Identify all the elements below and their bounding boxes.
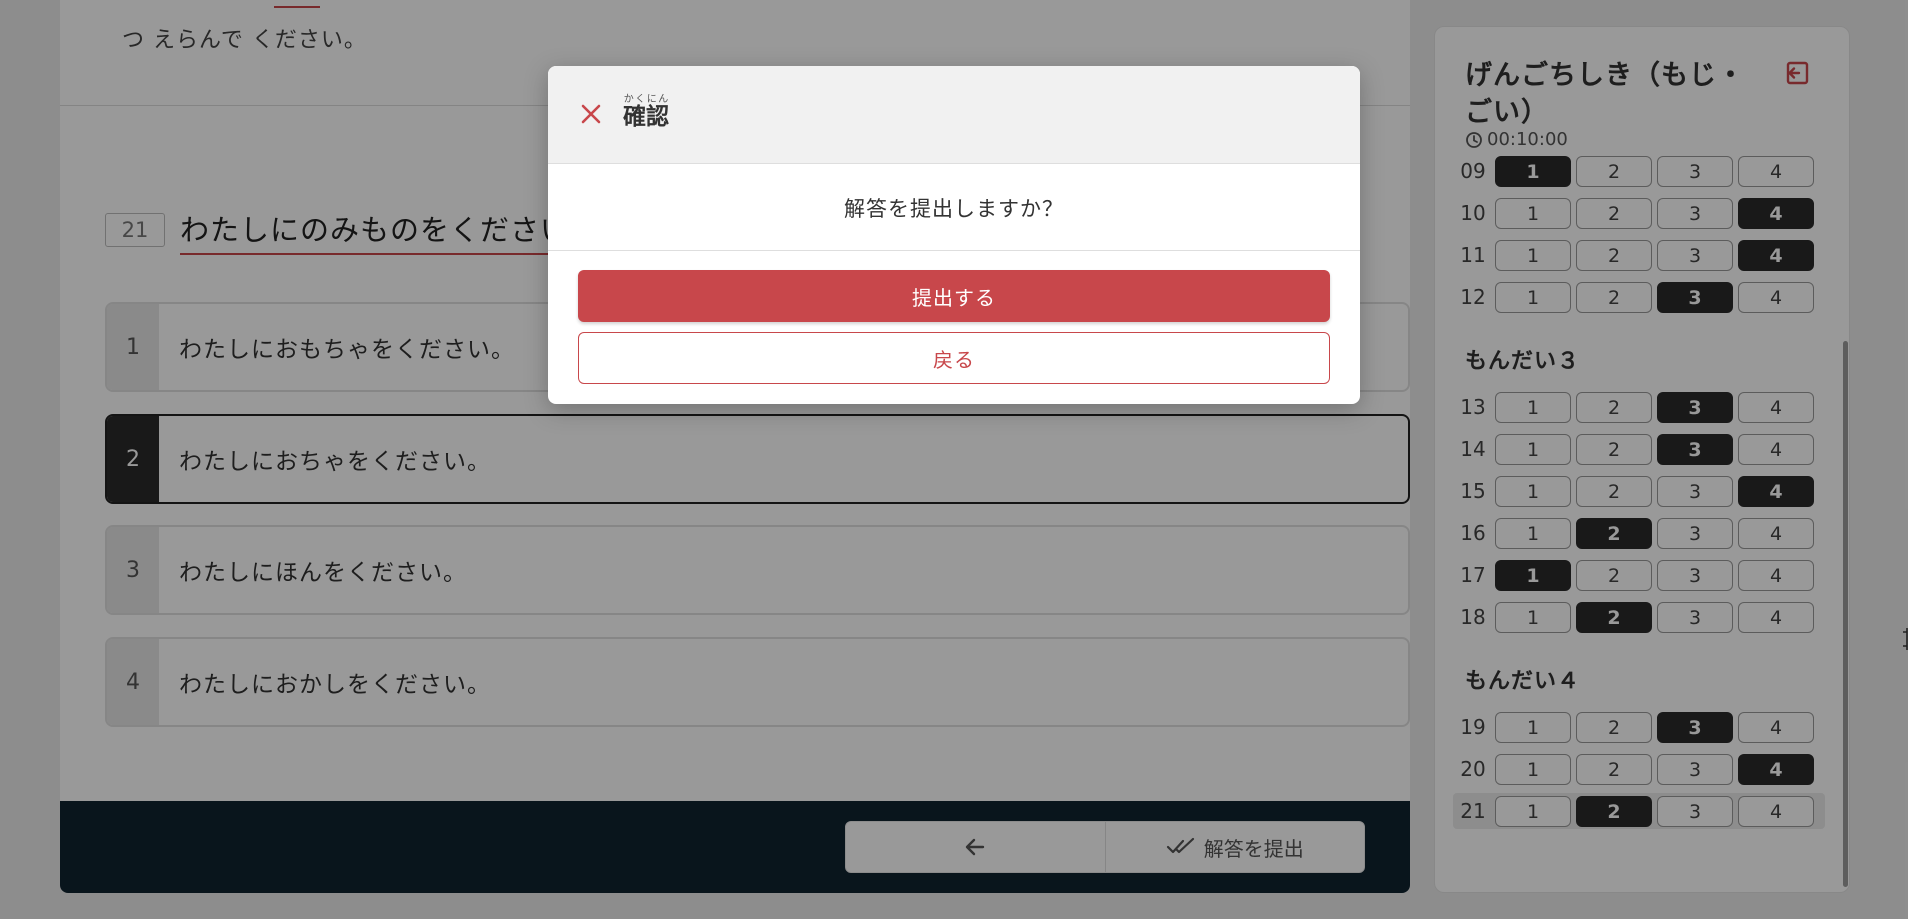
dialog-title-ruby: かくにん (623, 94, 669, 105)
dialog-message: 解答を提出しますか？ (548, 165, 1360, 251)
close-icon[interactable] (580, 103, 602, 125)
confirm-submit-button[interactable]: 提出する (578, 270, 1330, 322)
mouse-cursor-icon (1903, 628, 1908, 650)
dialog-title-text: 確認 (623, 104, 669, 130)
back-button[interactable]: 戻る (578, 332, 1330, 384)
dialog-header: 確認かくにん (548, 66, 1360, 164)
confirm-dialog: 確認かくにん 解答を提出しますか？ 提出する 戻る (548, 66, 1360, 404)
dialog-title: 確認かくにん (623, 94, 669, 131)
